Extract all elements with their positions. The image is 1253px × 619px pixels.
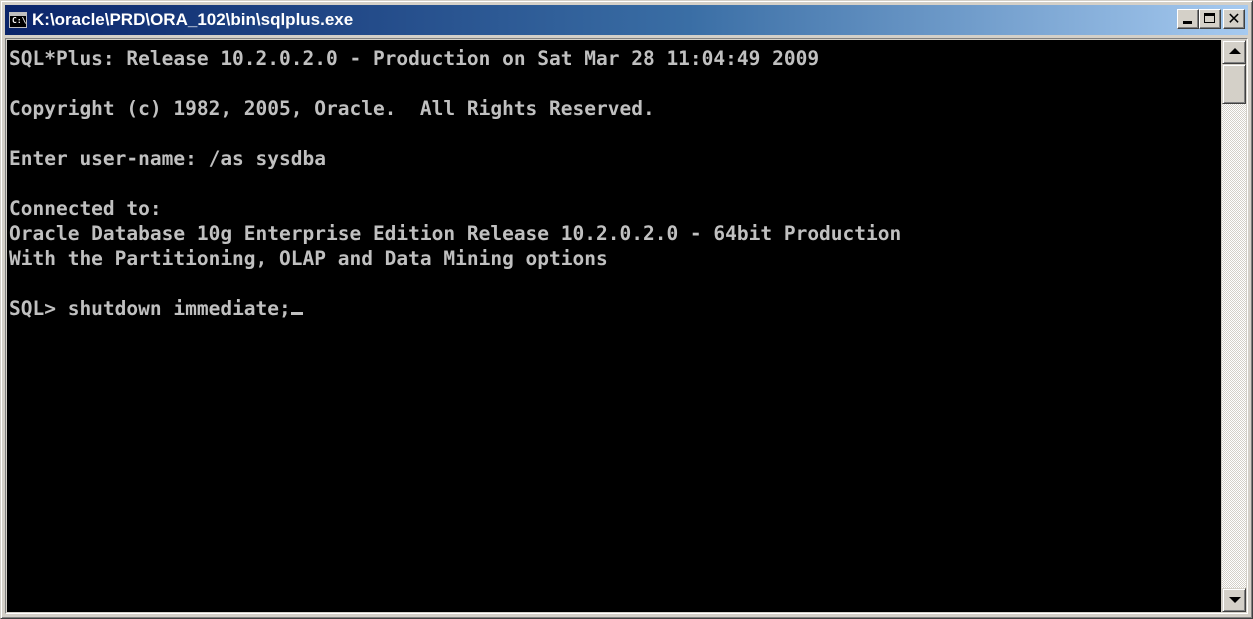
text-cursor [290, 312, 303, 315]
scroll-down-arrow-icon [1229, 597, 1241, 603]
vertical-scrollbar[interactable] [1222, 40, 1246, 612]
scroll-up-button[interactable] [1222, 40, 1246, 64]
window-title: K:\oracle\PRD\ORA_102\bin\sqlplus.exe [32, 10, 354, 29]
title-bar[interactable]: C:\ K:\oracle\PRD\ORA_102\bin\sqlplus.ex… [5, 5, 1248, 35]
maximize-button[interactable] [1199, 9, 1221, 29]
scroll-up-arrow-icon [1229, 48, 1241, 54]
scroll-thumb[interactable] [1222, 64, 1246, 104]
console-app-icon[interactable]: C:\ [9, 12, 27, 28]
close-icon: ✕ [1227, 9, 1241, 28]
console-window: C:\ K:\oracle\PRD\ORA_102\bin\sqlplus.ex… [0, 0, 1253, 619]
console-line: Enter user-name: /as sysdba [9, 147, 326, 170]
console-line: Connected to: [9, 197, 162, 220]
sql-prompt: SQL> [9, 297, 68, 320]
console-client-area: SQL*Plus: Release 10.2.0.2.0 - Productio… [5, 38, 1248, 614]
minimize-icon [1183, 21, 1192, 24]
window-controls: ✕ [1177, 9, 1245, 29]
console-line: Copyright (c) 1982, 2005, Oracle. All Ri… [9, 97, 655, 120]
maximize-icon [1204, 13, 1215, 23]
console-output[interactable]: SQL*Plus: Release 10.2.0.2.0 - Productio… [7, 40, 1221, 612]
console-text: SQL*Plus: Release 10.2.0.2.0 - Productio… [7, 40, 1221, 321]
minimize-button[interactable] [1177, 9, 1199, 29]
console-line: With the Partitioning, OLAP and Data Min… [9, 247, 608, 270]
console-line: Oracle Database 10g Enterprise Edition R… [9, 222, 902, 245]
command-input[interactable]: shutdown immediate; [68, 297, 291, 320]
console-line: SQL*Plus: Release 10.2.0.2.0 - Productio… [9, 47, 820, 70]
scroll-down-button[interactable] [1222, 588, 1246, 612]
close-button[interactable]: ✕ [1223, 9, 1245, 29]
